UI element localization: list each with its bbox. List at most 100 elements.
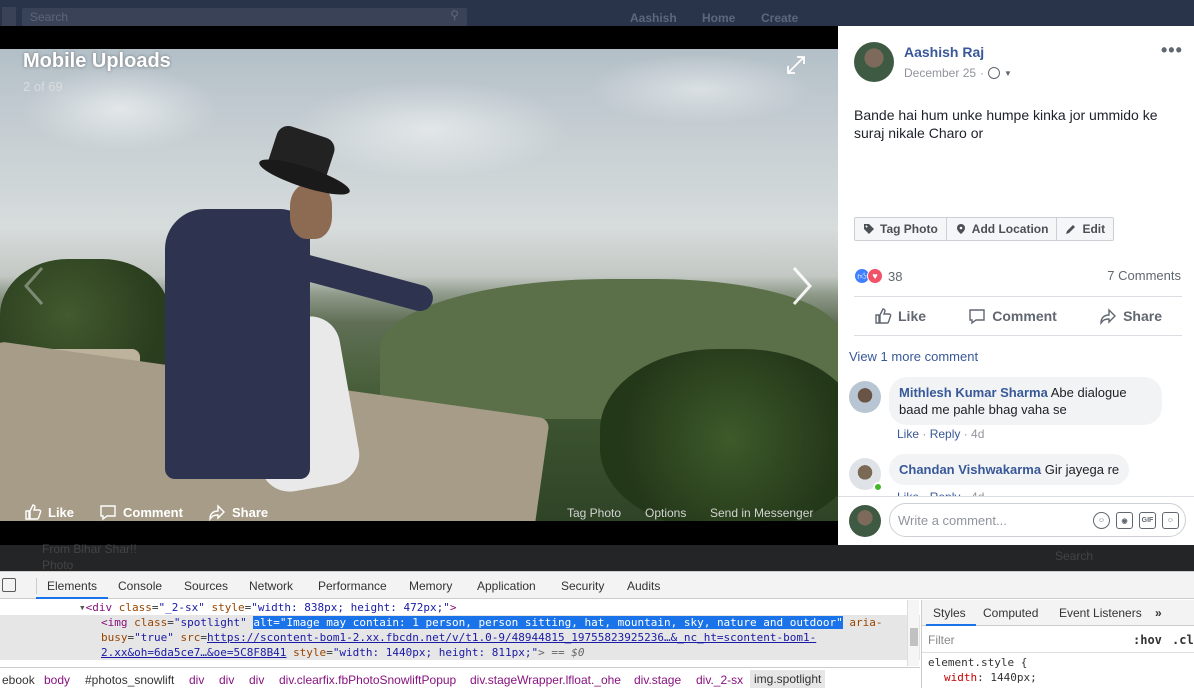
image-src-link[interactable]: https://scontent-bom1-2.xx.fbcdn.net/v/t… (207, 631, 816, 644)
photo-options-link[interactable]: Options (645, 506, 686, 520)
nav-home[interactable]: Home (702, 11, 735, 25)
online-status-icon (873, 482, 883, 492)
comment-button[interactable]: Comment (968, 307, 1057, 325)
like-label: Like (898, 308, 927, 324)
comments-count[interactable]: 7 Comments (1107, 268, 1181, 283)
tab-audits[interactable]: Audits (627, 579, 660, 593)
tab-performance[interactable]: Performance (318, 579, 387, 593)
add-location-button[interactable]: Add Location (947, 218, 1058, 240)
photo-tag-link[interactable]: Tag Photo (567, 506, 621, 520)
comment-reply-link[interactable]: Reply (930, 427, 961, 441)
camera-icon[interactable]: ◉ (1116, 512, 1133, 529)
like-button[interactable]: Like (874, 307, 926, 325)
breadcrumb-item[interactable]: body (44, 673, 70, 687)
breadcrumb-item-selected[interactable]: img.spotlight (750, 670, 826, 688)
comment-meta: Like · Reply · 4d (897, 427, 985, 441)
more-options-icon[interactable]: ••• (1161, 40, 1183, 61)
breadcrumb-item[interactable]: div.stage (634, 673, 681, 687)
commenter-name[interactable]: Chandan Vishwakarma (899, 462, 1041, 477)
tab-security[interactable]: Security (561, 579, 604, 593)
reaction-count[interactable]: 38 (888, 269, 902, 284)
tab-styles[interactable]: Styles (933, 606, 966, 620)
previous-photo-arrow-icon[interactable] (22, 264, 46, 317)
facebook-logo-icon[interactable] (2, 7, 16, 26)
backdrop-text: From Bihar Shar!! (42, 542, 137, 556)
post-date-text[interactable]: December 25 (904, 66, 976, 80)
sticker-icon[interactable]: ☺ (1162, 512, 1179, 529)
next-photo-arrow-icon[interactable] (790, 264, 814, 317)
fullscreen-icon[interactable] (785, 54, 807, 76)
view-more-comments-link[interactable]: View 1 more comment (849, 349, 978, 364)
reactions-summary[interactable]: 👍︎ ♥ 38 (854, 268, 902, 284)
tab-network[interactable]: Network (249, 579, 293, 593)
photo-stage: Mobile Uploads 2 of 69 Like Comment Shar… (0, 26, 838, 545)
dom-node-div[interactable]: ▾<div class="_2-sx" style="width: 838px;… (79, 600, 457, 615)
post-date: December 25 · ▼ (904, 66, 1012, 80)
tab-event-listeners[interactable]: Event Listeners (1059, 606, 1142, 620)
styles-filter-input[interactable]: Filter (928, 633, 1122, 647)
breadcrumb-item[interactable]: div._2-sx (696, 673, 743, 687)
share-button[interactable]: Share (1099, 307, 1162, 325)
gif-icon[interactable]: GIF (1139, 512, 1156, 529)
tab-elements[interactable]: Elements (47, 579, 97, 593)
commenter-name[interactable]: Mithlesh Kumar Sharma (899, 385, 1048, 400)
comment-like-link[interactable]: Like (897, 427, 919, 441)
breadcrumb-item[interactable]: div (219, 673, 234, 687)
tab-memory[interactable]: Memory (409, 579, 452, 593)
comment-bubble: Mithlesh Kumar Sharma Abe dialogue baad … (889, 377, 1162, 425)
style-rule-property[interactable]: width: 1440px; (944, 671, 1037, 684)
elements-scrollbar[interactable] (907, 600, 919, 666)
edit-button[interactable]: Edit (1057, 218, 1113, 240)
photo-actions-bar: Like Comment Share Tag Photo Options Sen… (0, 496, 838, 526)
photo-like-button[interactable]: Like (24, 503, 74, 521)
emoji-icon[interactable]: ☺ (1093, 512, 1110, 529)
class-toggle[interactable]: .cls (1172, 633, 1194, 647)
breadcrumb-item[interactable]: #photos_snowlift (85, 673, 174, 687)
comment-bubble: Chandan Vishwakarma Gir jayega re (889, 454, 1130, 485)
privacy-caret-icon[interactable]: ▼ (1004, 69, 1012, 78)
elements-tree[interactable]: ▾<div class="_2-sx" style="width: 838px;… (0, 600, 920, 666)
nav-create[interactable]: Create (761, 11, 798, 25)
dom-node-img[interactable]: <img class="spotlight" alt="Image may co… (101, 615, 883, 630)
breadcrumb-item[interactable]: div (189, 673, 204, 687)
tab-sources[interactable]: Sources (184, 579, 228, 593)
tab-computed[interactable]: Computed (983, 606, 1038, 620)
tag-photo-button[interactable]: Tag Photo (855, 218, 947, 240)
devtools-panel: Elements Console Sources Network Perform… (0, 571, 1194, 688)
tab-application[interactable]: Application (477, 579, 536, 593)
breadcrumb-item[interactable]: div.clearfix.fbPhotoSnowliftPopup (279, 673, 456, 687)
comment-text-cont: baad me pahle bhag vaha se (899, 402, 1067, 417)
search-icon[interactable]: ⚲ (450, 8, 459, 22)
breadcrumb-item[interactable]: div.stageWrapper.lfloat._ohe (470, 673, 621, 687)
album-title[interactable]: Mobile Uploads (23, 50, 171, 73)
commenter-avatar[interactable] (849, 381, 881, 413)
dom-breadcrumb: ebook body #photos_snowlift div div div … (0, 667, 920, 688)
author-avatar[interactable] (854, 42, 894, 82)
hover-state-toggle[interactable]: :hov (1133, 633, 1162, 647)
inspect-element-icon[interactable] (2, 578, 16, 592)
author-name[interactable]: Aashish Raj (904, 44, 984, 60)
write-comment-input[interactable]: Write a comment... ☺ ◉ GIF ☺ (889, 503, 1186, 537)
photo-comment-button[interactable]: Comment (99, 503, 183, 521)
write-comment-placeholder: Write a comment... (898, 512, 1007, 528)
post-panel: Aashish Raj December 25 · ▼ ••• Bande ha… (838, 26, 1194, 545)
tab-console[interactable]: Console (118, 579, 162, 593)
comment-text: Gir jayega re (1044, 462, 1120, 477)
write-comment-box: Write a comment... ☺ ◉ GIF ☺ (838, 496, 1194, 545)
photo-share-button[interactable]: Share (208, 503, 268, 521)
comment-age[interactable]: 4d (971, 427, 984, 441)
dom-node-img-cont2: 2.xx&oh=6da5ce7…&oe=5C8F8B41 style="widt… (101, 646, 585, 659)
more-tabs-chevron-icon[interactable]: » (1155, 606, 1162, 620)
send-in-messenger-link[interactable]: Send in Messenger (710, 506, 813, 520)
photo-share-label: Share (232, 504, 269, 520)
tag-icon (864, 224, 874, 234)
page-backdrop: From Bihar Shar!! Photo Search (0, 542, 1194, 572)
search-input[interactable]: Search ⚲ (22, 8, 467, 26)
photo-edit-toolbar: Tag Photo Add Location Edit (854, 217, 1115, 241)
breadcrumb-item[interactable]: ebook (2, 673, 35, 687)
breadcrumb-item[interactable]: div (249, 673, 264, 687)
style-rule-selector: element.style { (928, 656, 1028, 669)
spotlight-photo[interactable] (0, 49, 838, 521)
nav-user[interactable]: Aashish (630, 11, 677, 25)
comment-icon (969, 309, 985, 325)
